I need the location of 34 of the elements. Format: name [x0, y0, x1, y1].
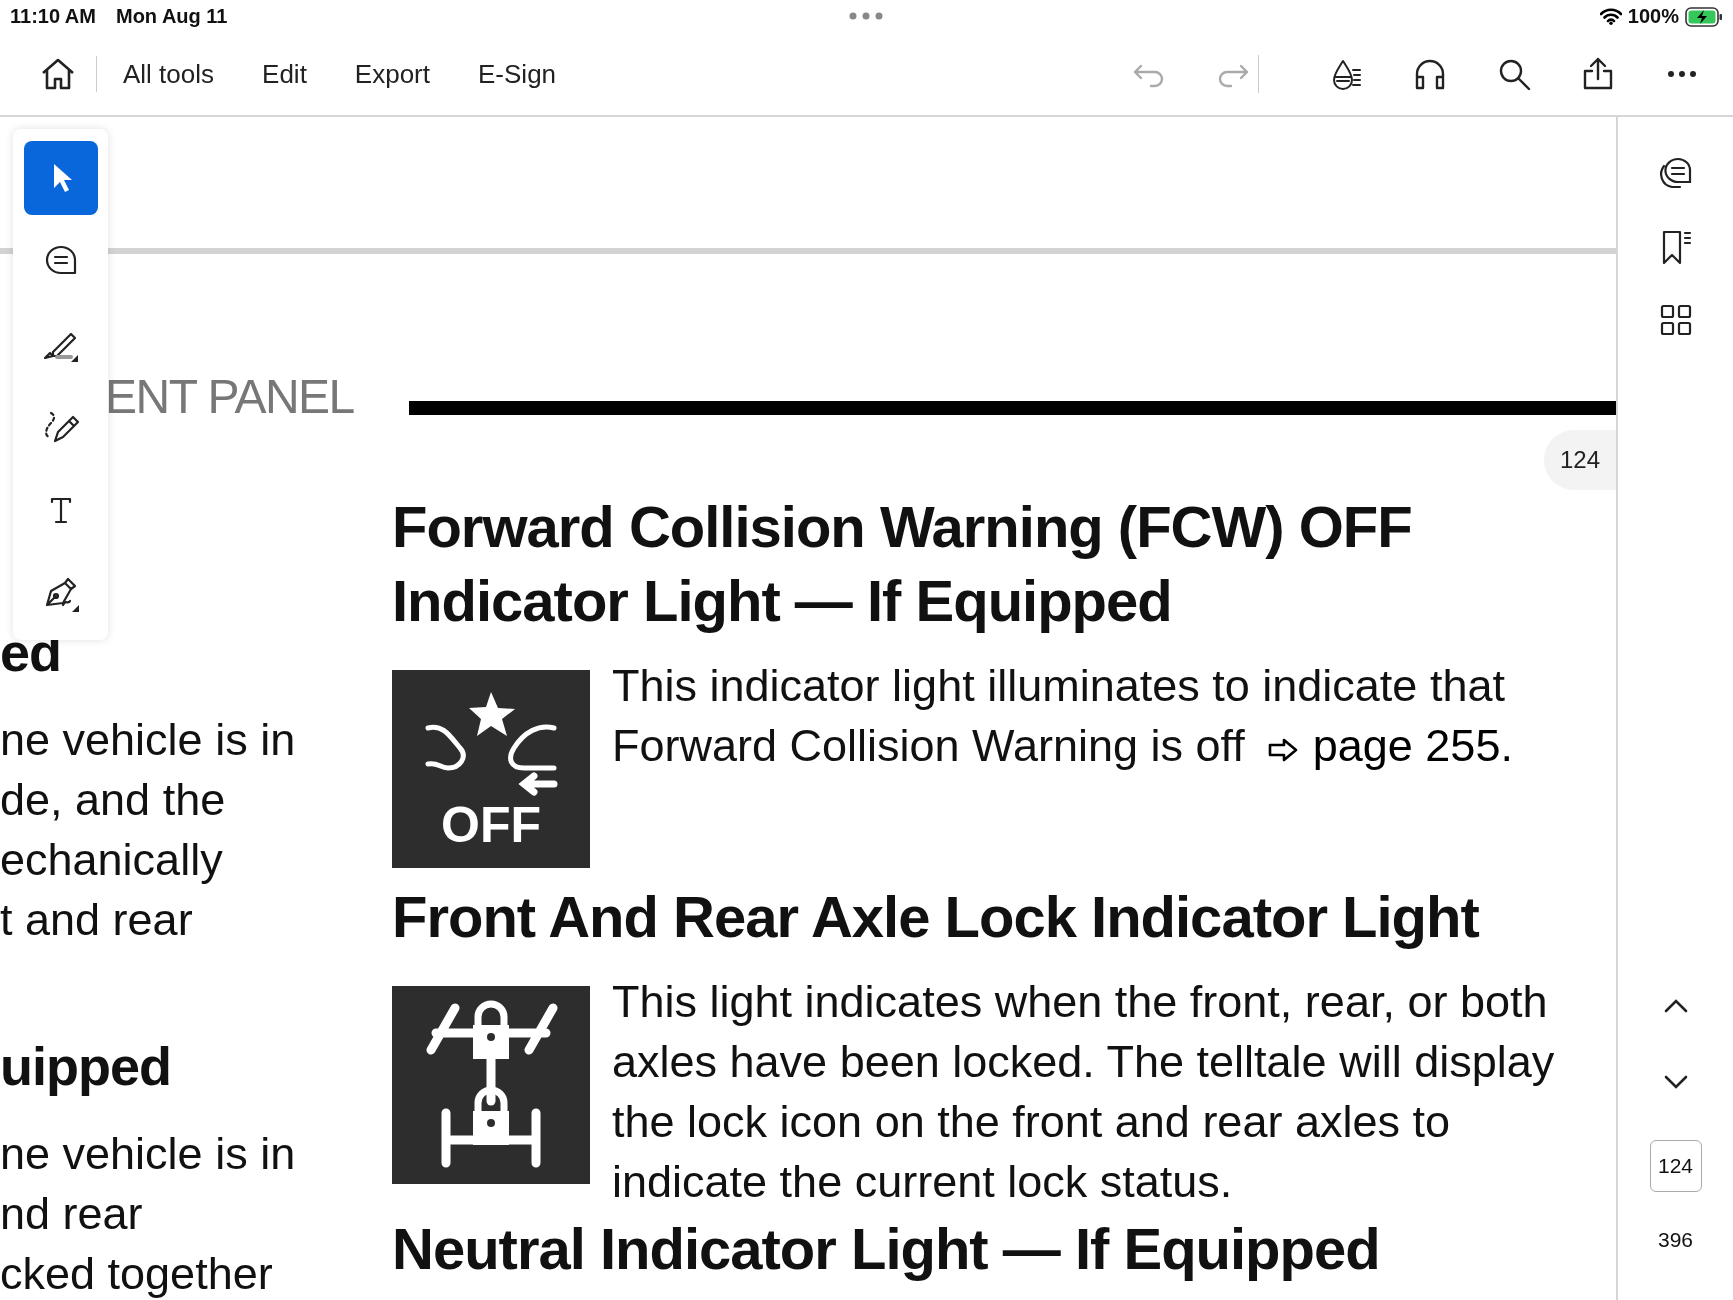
battery-percentage: 100% — [1627, 5, 1679, 28]
arrow-icon — [1266, 737, 1299, 763]
section-heading: Forward Collision Warning (FCW) OFF Indicator Light — If Equipped — [392, 493, 1413, 635]
wifi-icon — [1599, 8, 1622, 25]
toolbar-menu-item[interactable]: Edit — [262, 58, 307, 90]
select-tool-icon[interactable] — [23, 141, 98, 215]
thumbnails-icon[interactable] — [1658, 303, 1693, 337]
body-text: This light indicates when the front, rear, or both axles have been locked. The telltale will display the lock icon on the front and rear axles to indicate the current lock status. — [612, 975, 1556, 1209]
status-date: Mon Aug 11 — [115, 5, 228, 28]
body-text: ne vehicle is in — [0, 1127, 297, 1181]
total-pages: 396 — [1657, 1228, 1693, 1252]
toolbar-menu-item[interactable]: E-Sign — [478, 58, 557, 90]
body-text: t and rear — [0, 893, 194, 947]
page-link[interactable]: page 255. — [1312, 720, 1513, 771]
indicator-label: OFF — [441, 800, 541, 850]
body-text: ne vehicle is in — [0, 713, 297, 767]
toolbar-menu-item[interactable]: All tools — [123, 58, 215, 90]
status-time: 11:10 AM — [10, 5, 96, 28]
chevron-down-icon[interactable] — [1662, 1074, 1689, 1090]
multitask-dots-icon[interactable] — [849, 12, 883, 20]
toolbar-menu-item[interactable]: Export — [354, 58, 430, 90]
home-icon[interactable] — [40, 57, 76, 91]
page-number-field[interactable]: 124 — [1649, 1140, 1702, 1192]
section-heading: Neutral Indicator Light — If Equipped — [392, 1215, 1381, 1283]
chapter-heading: ENT PANEL — [105, 373, 354, 421]
body-text: echanically — [0, 833, 224, 887]
body-text: This indicator light illuminates to indicate that Forward Collision Warning is off page 255. — [612, 659, 1514, 773]
page-number-badge: 124 — [1544, 430, 1616, 490]
body-text: cked together — [0, 1247, 274, 1300]
chevron-up-icon[interactable] — [1662, 998, 1689, 1014]
body-text: nd rear — [0, 1187, 144, 1241]
body-text: de, and the — [0, 773, 227, 827]
section-heading: Front And Rear Axle Lock Indicator Light — [392, 883, 1480, 951]
section-heading: uipped — [0, 1036, 172, 1096]
